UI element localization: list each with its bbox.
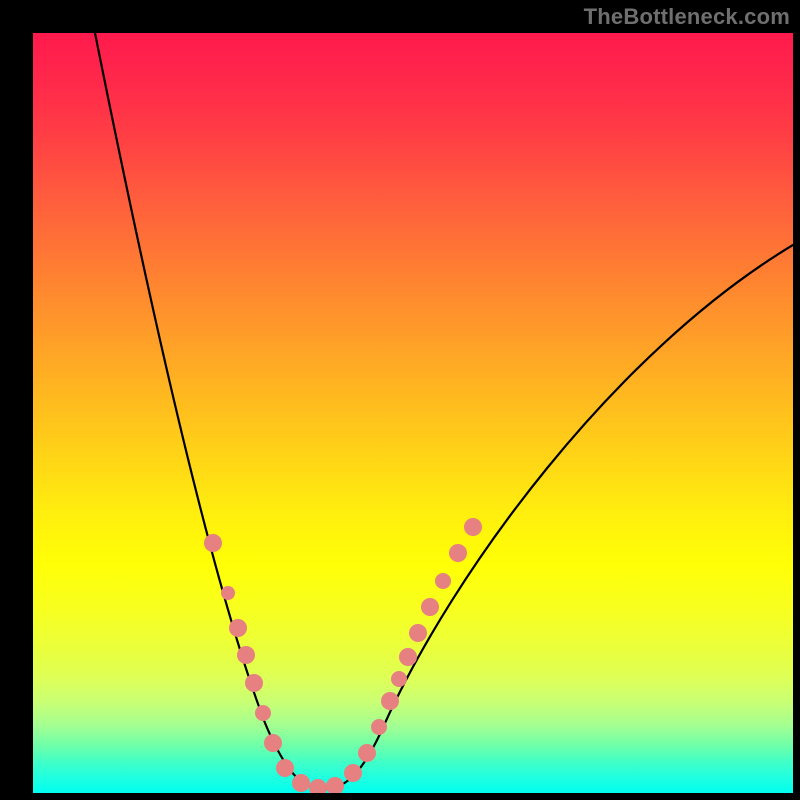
bottleneck-curve bbox=[95, 33, 793, 789]
chart-svg bbox=[33, 33, 793, 793]
data-marker bbox=[371, 719, 387, 735]
data-marker bbox=[391, 671, 407, 687]
plot-area bbox=[33, 33, 793, 793]
data-marker bbox=[358, 744, 376, 762]
data-marker bbox=[204, 534, 222, 552]
data-marker bbox=[449, 544, 467, 562]
data-marker bbox=[399, 648, 417, 666]
chart-frame: TheBottleneck.com bbox=[0, 0, 800, 800]
data-marker bbox=[245, 674, 263, 692]
data-marker bbox=[381, 692, 399, 710]
data-marker bbox=[409, 624, 427, 642]
data-markers bbox=[204, 518, 482, 793]
data-marker bbox=[229, 619, 247, 637]
data-marker bbox=[221, 586, 235, 600]
watermark-text: TheBottleneck.com bbox=[584, 4, 790, 30]
data-marker bbox=[435, 573, 451, 589]
data-marker bbox=[421, 598, 439, 616]
data-marker bbox=[326, 777, 344, 793]
data-marker bbox=[309, 779, 327, 793]
data-marker bbox=[276, 759, 294, 777]
data-marker bbox=[255, 705, 271, 721]
data-marker bbox=[264, 734, 282, 752]
data-marker bbox=[237, 646, 255, 664]
data-marker bbox=[344, 764, 362, 782]
data-marker bbox=[292, 774, 310, 792]
data-marker bbox=[464, 518, 482, 536]
